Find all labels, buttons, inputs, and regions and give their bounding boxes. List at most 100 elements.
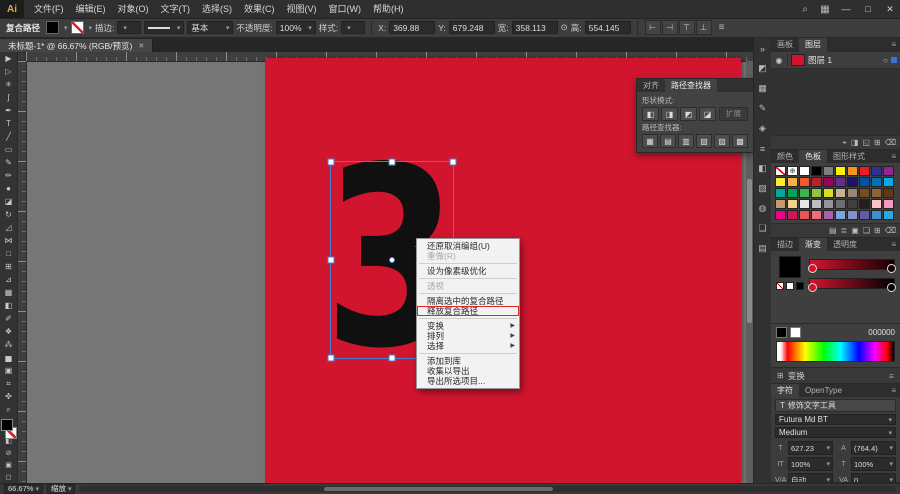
slice-tool[interactable]: ⌗: [1, 377, 16, 390]
swatch-44[interactable]: [823, 210, 834, 220]
menubar-item-5[interactable]: 效果(C): [238, 0, 281, 18]
swatch-32[interactable]: [799, 199, 810, 209]
workspace-switcher-icon[interactable]: ▦: [816, 4, 834, 15]
swatch-11[interactable]: [787, 177, 798, 187]
context-menu-item-3[interactable]: 设为像素级优化: [417, 266, 519, 276]
context-menu-item-15[interactable]: 收集以导出: [417, 366, 519, 376]
menubar-item-8[interactable]: 帮助(H): [367, 0, 410, 18]
y-field[interactable]: 679.248: [448, 21, 495, 34]
direct-selection-tool[interactable]: ▷: [1, 65, 16, 78]
draw-normal-mode-icon[interactable]: ▣: [1, 459, 16, 471]
close-button[interactable]: ✕: [880, 0, 900, 18]
swatch-20[interactable]: [775, 188, 786, 198]
swatch-46[interactable]: [847, 210, 858, 220]
scale-tool[interactable]: ◿: [1, 221, 16, 234]
height-field[interactable]: 554.145: [584, 21, 631, 34]
swatch-0[interactable]: [775, 166, 786, 176]
crop-icon[interactable]: ▧: [696, 134, 712, 148]
trim-icon[interactable]: ▤: [660, 134, 676, 148]
context-menu-item-14[interactable]: 添加到库: [417, 356, 519, 366]
symbols-panel-icon[interactable]: ◈: [756, 122, 770, 135]
align-horizontal-left-icon[interactable]: ⊢: [644, 20, 661, 35]
color-spectrum-bar[interactable]: [776, 341, 895, 362]
new-color-group-icon[interactable]: ❏: [863, 226, 870, 235]
swatch-4[interactable]: [823, 166, 834, 176]
touch-type-tool-button[interactable]: T 修饰文字工具: [775, 399, 896, 412]
swatch-options-icon[interactable]: ▣: [851, 226, 859, 235]
swatch-22[interactable]: [799, 188, 810, 198]
swatch-21[interactable]: [787, 188, 798, 198]
minus-front-icon[interactable]: ◨: [661, 107, 678, 121]
swatch-19[interactable]: [883, 177, 894, 187]
swatch-28[interactable]: [871, 188, 882, 198]
toolbar-fill-color-swatch[interactable]: [1, 419, 13, 431]
character-panel-menu-icon[interactable]: ≡: [887, 384, 900, 397]
transform-panel-menu-icon[interactable]: ≡: [889, 371, 894, 381]
align-vertical-bottom-icon[interactable]: ⊥: [695, 20, 712, 35]
swatch-24[interactable]: [823, 188, 834, 198]
swatch-47[interactable]: [859, 210, 870, 220]
menubar-item-4[interactable]: 选择(S): [196, 0, 238, 18]
menubar-item-2[interactable]: 对象(O): [112, 0, 155, 18]
swatch-libraries-icon[interactable]: ▤: [829, 226, 837, 235]
shape-builder-tool[interactable]: ⊞: [1, 260, 16, 273]
stroke-caret-icon[interactable]: ▾: [89, 24, 93, 32]
constrain-proportions-icon[interactable]: ⊙: [561, 22, 568, 33]
stroke-panel-icon[interactable]: ≡: [756, 142, 770, 155]
transparency-panel-icon[interactable]: ▨: [756, 182, 770, 195]
artboard-tool[interactable]: ▣: [1, 364, 16, 377]
document-tab[interactable]: 未标题-1* @ 66.67% (RGB/预览) ✕: [0, 39, 154, 52]
locate-object-icon[interactable]: ⌖: [842, 138, 847, 148]
gradient-chip-2[interactable]: [796, 282, 804, 290]
swatch-41[interactable]: [787, 210, 798, 220]
eraser-tool[interactable]: ◪: [1, 195, 16, 208]
color-stroke-chip[interactable]: [790, 327, 801, 338]
swatch-6[interactable]: [847, 166, 858, 176]
minimize-button[interactable]: —: [836, 0, 856, 18]
graphic-styles-panel-icon[interactable]: ❏: [756, 222, 770, 235]
layer-name[interactable]: 图层 1: [808, 54, 880, 66]
layer-target-icon[interactable]: ○: [883, 56, 888, 65]
layers-tab-0[interactable]: 画板: [771, 38, 799, 52]
minus-back-icon[interactable]: ▩: [732, 134, 748, 148]
lasso-tool[interactable]: ʃ: [1, 91, 16, 104]
zoom-tool[interactable]: ⌕: [1, 403, 16, 416]
character-tab-0[interactable]: 字符: [771, 384, 799, 397]
swatch-14[interactable]: [823, 177, 834, 187]
style-dropdown[interactable]: ▾: [341, 21, 366, 34]
make-mask-icon[interactable]: ◨: [851, 138, 859, 147]
swatch-kinds-icon[interactable]: ≣: [841, 226, 848, 235]
exclude-icon[interactable]: ◪: [699, 107, 716, 121]
vertical-scale-field-value[interactable]: 100% ▾: [788, 457, 833, 471]
gradient-tab-2[interactable]: 透明度: [827, 238, 863, 251]
swatch-26[interactable]: [847, 188, 858, 198]
swatch-34[interactable]: [823, 199, 834, 209]
swatch-48[interactable]: [871, 210, 882, 220]
context-menu-item-8[interactable]: 释放复合路径: [417, 306, 519, 316]
line-segment-tool[interactable]: ╱: [1, 130, 16, 143]
swatches-panel-icon[interactable]: ▦: [756, 82, 770, 95]
menubar-item-1[interactable]: 编辑(E): [70, 0, 112, 18]
pathfinder-tab-1[interactable]: 路径查找器: [665, 79, 717, 92]
horizontal-scrollbar-thumb[interactable]: [324, 486, 554, 491]
horizontal-scrollbar[interactable]: [79, 485, 896, 492]
tab-close-icon[interactable]: ✕: [138, 42, 144, 50]
merge-icon[interactable]: ▥: [678, 134, 694, 148]
eyedropper-tool[interactable]: ✐: [1, 312, 16, 325]
context-menu-item-7[interactable]: 隔离选中的复合路径: [417, 296, 519, 306]
character-tab-1[interactable]: OpenType: [799, 384, 848, 397]
swatch-37[interactable]: [859, 199, 870, 209]
x-field[interactable]: 369.88: [389, 21, 436, 34]
delete-swatch-icon[interactable]: ⌫: [885, 226, 896, 235]
width-field[interactable]: 358.113: [511, 21, 558, 34]
font-size-field-value[interactable]: 627.23 ▾: [788, 441, 833, 455]
expand-button[interactable]: 扩展: [719, 107, 748, 121]
stroke-color-swatch[interactable]: [70, 21, 84, 34]
kerning-field-value[interactable]: 自动 ▾: [788, 473, 833, 482]
context-menu-item-10[interactable]: 变换 ▶: [417, 321, 519, 331]
swatch-35[interactable]: [835, 199, 846, 209]
swatch-25[interactable]: [835, 188, 846, 198]
swatch-36[interactable]: [847, 199, 858, 209]
swatch-5[interactable]: [835, 166, 846, 176]
unite-icon[interactable]: ◧: [642, 107, 659, 121]
